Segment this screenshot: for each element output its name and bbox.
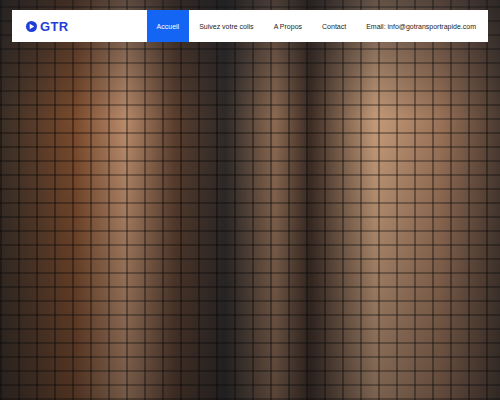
nav-item[interactable]: Accueil — [147, 10, 190, 42]
email-link[interactable]: Email: info@gotransportrapide.com — [356, 10, 488, 42]
nav-item[interactable]: Suivez votre colis — [189, 10, 263, 42]
nav-item[interactable]: Contact — [312, 10, 356, 42]
logo-text: GTR — [40, 19, 68, 34]
nav-item[interactable]: A Propos — [264, 10, 312, 42]
logo-icon — [26, 21, 37, 32]
logo[interactable]: GTR — [12, 10, 147, 42]
nav-bar: GTR AccueilSuivez votre colisA ProposCont… — [12, 10, 488, 42]
hero-image: GTR AccueilSuivez votre colisA ProposCont… — [0, 0, 500, 400]
